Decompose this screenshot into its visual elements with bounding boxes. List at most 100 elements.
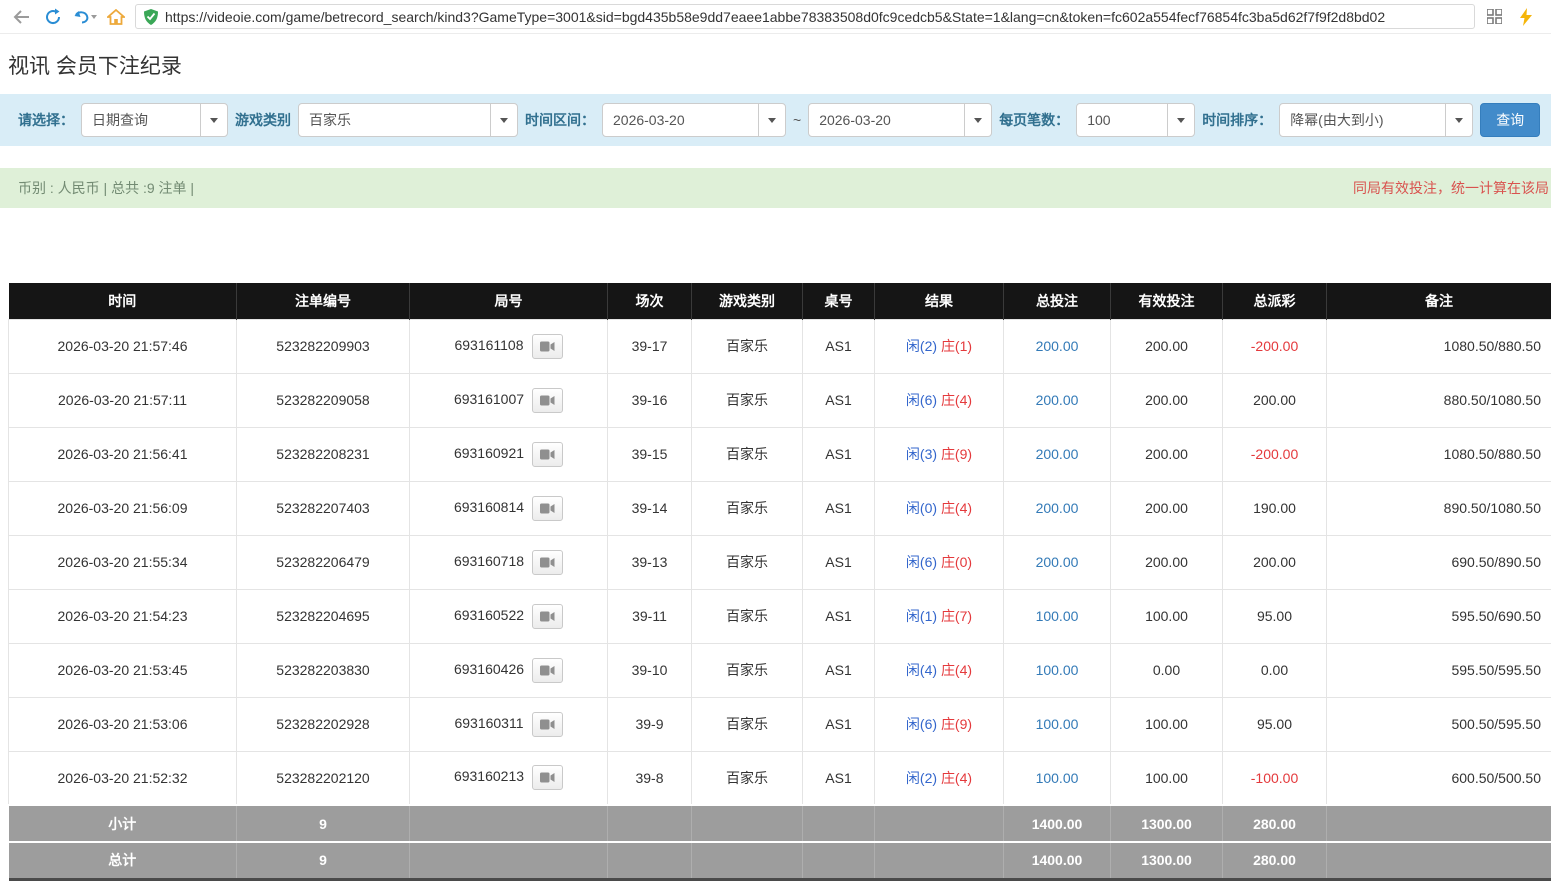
video-replay-button[interactable] (532, 388, 563, 413)
video-camera-icon (540, 395, 555, 406)
table-row: 2026-03-20 21:55:34523282206479693160718… (9, 535, 1551, 589)
video-replay-button[interactable] (532, 550, 563, 575)
date-to-input[interactable] (808, 103, 965, 137)
result-banker: 庄(9) (941, 446, 972, 462)
cell-round: 693161108 (410, 319, 608, 373)
table-body: 2026-03-20 21:57:46523282209903693161108… (9, 319, 1551, 805)
total-bet-link[interactable]: 200.00 (1036, 446, 1079, 462)
cell-time: 2026-03-20 21:54:23 (9, 589, 237, 643)
page-size-input[interactable] (1076, 103, 1168, 137)
cell-round: 693160213 (410, 751, 608, 805)
total-count: 9 (237, 842, 410, 879)
cell-result: 闲(6) 庄(0) (875, 535, 1004, 589)
query-type-input[interactable] (81, 103, 201, 137)
total-label: 总计 (9, 842, 237, 879)
undo-icon[interactable] (72, 9, 97, 24)
cell-session: 39-8 (608, 751, 692, 805)
time-sort-input[interactable] (1279, 103, 1446, 137)
empty-cell (803, 805, 875, 842)
address-bar[interactable]: https://videoie.com/game/betrecord_searc… (135, 4, 1475, 29)
back-icon[interactable] (8, 4, 34, 30)
date-to-caret-button[interactable] (964, 103, 992, 137)
video-replay-button[interactable] (532, 334, 563, 359)
cell-valid-bet: 200.00 (1111, 535, 1223, 589)
caret-down-icon (500, 118, 508, 123)
caret-down-icon (1455, 118, 1463, 123)
cell-payout: -200.00 (1223, 319, 1327, 373)
total-bet-link[interactable]: 200.00 (1036, 392, 1079, 408)
cell-note: 500.50/595.50 (1327, 697, 1551, 751)
cell-session: 39-17 (608, 319, 692, 373)
video-camera-icon (540, 449, 555, 460)
cell-result: 闲(4) 庄(4) (875, 643, 1004, 697)
cell-payout: 0.00 (1223, 643, 1327, 697)
cell-round: 693160311 (410, 697, 608, 751)
cell-bet-id: 523282208231 (237, 427, 410, 481)
video-replay-button[interactable] (532, 442, 563, 467)
game-type-input[interactable] (298, 103, 491, 137)
cell-note: 1080.50/880.50 (1327, 427, 1551, 481)
round-number: 693160718 (454, 553, 524, 569)
total-bet-link[interactable]: 200.00 (1036, 500, 1079, 516)
result-banker: 庄(7) (941, 608, 972, 624)
result-player: 闲(4) (906, 662, 937, 678)
cell-game-type: 百家乐 (692, 319, 803, 373)
game-type-caret-button[interactable] (490, 103, 518, 137)
query-type-select (81, 103, 228, 137)
video-camera-icon (540, 557, 555, 568)
page-size-label: 每页笔数： (999, 110, 1069, 130)
total-bet-link[interactable]: 100.00 (1036, 716, 1079, 732)
date-from-caret-button[interactable] (758, 103, 786, 137)
result-banker: 庄(1) (941, 338, 972, 354)
total-bet-link[interactable]: 200.00 (1036, 338, 1079, 354)
cell-result: 闲(6) 庄(9) (875, 697, 1004, 751)
cell-time: 2026-03-20 21:52:32 (9, 751, 237, 805)
table-row: 2026-03-20 21:56:41523282208231693160921… (9, 427, 1551, 481)
cell-session: 39-16 (608, 373, 692, 427)
empty-cell (803, 842, 875, 879)
cell-table-no: AS1 (803, 589, 875, 643)
table-row: 2026-03-20 21:54:23523282204695693160522… (9, 589, 1551, 643)
cell-valid-bet: 100.00 (1111, 751, 1223, 805)
video-replay-button[interactable] (532, 658, 563, 683)
total-bet-link[interactable]: 100.00 (1036, 770, 1079, 786)
search-button[interactable]: 查询 (1480, 103, 1540, 137)
cell-payout: 95.00 (1223, 589, 1327, 643)
cell-game-type: 百家乐 (692, 643, 803, 697)
cell-table-no: AS1 (803, 319, 875, 373)
cell-note: 595.50/690.50 (1327, 589, 1551, 643)
total-bet-link[interactable]: 100.00 (1036, 662, 1079, 678)
date-from-input[interactable] (602, 103, 759, 137)
turbo-lightning-icon[interactable] (1513, 4, 1539, 30)
undo-dropdown-caret[interactable] (91, 15, 97, 19)
total-bet-link[interactable]: 200.00 (1036, 554, 1079, 570)
table-row: 2026-03-20 21:53:06523282202928693160311… (9, 697, 1551, 751)
video-replay-button[interactable] (532, 765, 563, 790)
video-camera-icon (540, 719, 555, 730)
cell-bet-id: 523282209058 (237, 373, 410, 427)
extensions-grid-icon[interactable] (1481, 4, 1507, 30)
cell-time: 2026-03-20 21:53:45 (9, 643, 237, 697)
date-range-tilde: ~ (793, 112, 801, 128)
video-replay-button[interactable] (532, 712, 563, 737)
cell-total-bet: 100.00 (1004, 589, 1111, 643)
query-type-caret-button[interactable] (200, 103, 228, 137)
table-header: 时间 注单编号 局号 场次 游戏类别 桌号 结果 总投注 有效投注 总派彩 备注 (9, 283, 1551, 319)
result-player: 闲(6) (906, 554, 937, 570)
result-player: 闲(3) (906, 446, 937, 462)
time-sort-caret-button[interactable] (1445, 103, 1473, 137)
video-replay-button[interactable] (532, 604, 563, 629)
empty-cell (1327, 842, 1551, 879)
page-size-caret-button[interactable] (1167, 103, 1195, 137)
cell-table-no: AS1 (803, 427, 875, 481)
cell-game-type: 百家乐 (692, 697, 803, 751)
refresh-icon[interactable] (40, 4, 66, 30)
video-replay-button[interactable] (532, 496, 563, 521)
cell-round: 693160921 (410, 427, 608, 481)
home-icon[interactable] (103, 4, 129, 30)
summary-currency-total: 币别 : 人民币 | 总共 :9 注单 | (18, 178, 194, 198)
total-bet-link[interactable]: 100.00 (1036, 608, 1079, 624)
cell-round: 693160718 (410, 535, 608, 589)
round-number: 693160426 (454, 661, 524, 677)
empty-cell (875, 805, 1004, 842)
